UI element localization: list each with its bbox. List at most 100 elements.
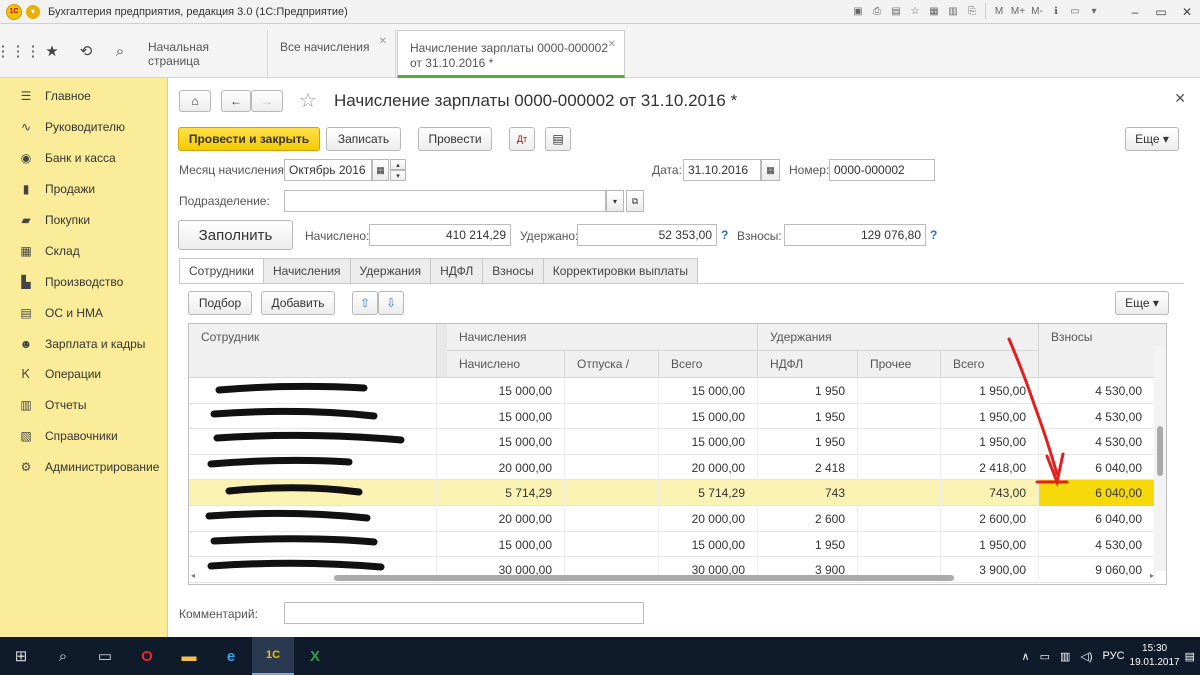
maximize-icon[interactable]: ▭: [1148, 0, 1174, 24]
forward-button[interactable]: →: [251, 90, 283, 112]
fill-button[interactable]: Заполнить: [178, 220, 293, 250]
sidebar-item-sales[interactable]: ▮ Продажи: [0, 174, 167, 205]
date-field[interactable]: 31.10.2016: [683, 159, 761, 181]
tab-home[interactable]: Начальная страница: [136, 30, 268, 78]
print-form-icon[interactable]: ▤: [545, 127, 571, 151]
header-employee[interactable]: Сотрудник: [189, 324, 437, 378]
home-button[interactable]: ⌂: [179, 90, 211, 112]
post-and-close-button[interactable]: Провести и закрыть: [178, 127, 320, 151]
close-document-icon[interactable]: ✕: [1174, 90, 1186, 107]
file-explorer-icon[interactable]: ▬: [168, 637, 210, 675]
number-field[interactable]: 0000-000002: [829, 159, 935, 181]
app-logo-icon[interactable]: 1С: [6, 3, 22, 20]
internet-explorer-icon[interactable]: e: [210, 637, 252, 675]
battery-icon[interactable]: ▭: [1040, 650, 1050, 663]
preview-icon[interactable]: ▤: [888, 3, 904, 19]
m-icon[interactable]: M: [991, 3, 1007, 19]
sidebar-item-warehouse[interactable]: ▦ Склад: [0, 235, 167, 266]
back-button[interactable]: ←: [221, 90, 251, 112]
tray-arrow-icon[interactable]: ∧: [1022, 650, 1030, 663]
tab-payment-corrections[interactable]: Корректировки выплаты: [542, 258, 699, 283]
m-minus-icon[interactable]: M-: [1029, 3, 1045, 19]
calendar-icon[interactable]: ▥: [945, 3, 961, 19]
close-window-icon[interactable]: ✕: [1174, 0, 1200, 24]
favorite-star-icon[interactable]: ☆: [299, 88, 317, 113]
close-tab-icon[interactable]: ✕: [379, 36, 387, 47]
department-field[interactable]: [284, 190, 606, 212]
vertical-scrollbar[interactable]: [1154, 346, 1166, 571]
add-row-button[interactable]: Добавить: [261, 291, 335, 315]
more-button[interactable]: Еще ▾: [1125, 127, 1179, 151]
clock[interactable]: 15:30 19.01.2017: [1130, 642, 1180, 670]
network-icon[interactable]: ▥: [1060, 650, 1070, 663]
tab-accruals[interactable]: Начисления: [263, 258, 351, 283]
header-accrued[interactable]: Начислено: [447, 351, 565, 378]
sidebar-item-reports[interactable]: ▥ Отчеты: [0, 390, 167, 421]
department-dropdown-icon[interactable]: ▾: [606, 190, 624, 212]
tab-employees[interactable]: Сотрудники: [179, 258, 264, 284]
language-indicator[interactable]: РУС: [1103, 650, 1125, 662]
scroll-left-icon[interactable]: ◂: [191, 571, 195, 580]
favorites-star-icon[interactable]: ★: [36, 35, 68, 67]
m-plus-icon[interactable]: M+: [1010, 3, 1026, 19]
sidebar-item-operations[interactable]: Ꮶ Операции: [0, 359, 167, 390]
sidebar-item-admin[interactable]: ⚙ Администрирование: [0, 452, 167, 483]
sidebar-item-directories[interactable]: ▧ Справочники: [0, 421, 167, 452]
main-menu-icon[interactable]: ▾: [26, 4, 40, 19]
debit-credit-icon[interactable]: Дт: [509, 127, 535, 151]
tab-ndfl[interactable]: НДФЛ: [430, 258, 484, 283]
withheld-help-icon[interactable]: ?: [721, 228, 728, 242]
search-icon[interactable]: ⌕: [104, 35, 136, 67]
save-icon[interactable]: ▣: [850, 3, 866, 19]
search-icon[interactable]: ⌕: [42, 637, 84, 675]
tab-payroll-document[interactable]: Начисление зарплаты 0000-000002 от 31.10…: [397, 30, 625, 78]
sidebar-item-manager[interactable]: ∿ Руководителю: [0, 112, 167, 143]
sidebar-item-purchases[interactable]: ▰ Покупки: [0, 205, 167, 236]
sidebar-item-production[interactable]: ▙ Производство: [0, 266, 167, 297]
dropdown-icon[interactable]: ▾: [1086, 3, 1102, 19]
table-more-button[interactable]: Еще ▾: [1115, 291, 1169, 315]
header-accruals[interactable]: Начисления: [447, 324, 758, 351]
calendar-picker-icon[interactable]: ▦: [761, 159, 780, 181]
header-vacation[interactable]: Отпуска /: [565, 351, 659, 378]
excel-icon[interactable]: X: [294, 637, 336, 675]
comment-field[interactable]: [284, 602, 644, 624]
contributions-help-icon[interactable]: ?: [930, 228, 937, 242]
sidebar-item-bank[interactable]: ◉ Банк и касса: [0, 143, 167, 174]
month-down-icon[interactable]: ▾: [390, 170, 406, 181]
header-total[interactable]: Всего: [659, 351, 758, 378]
select-employees-button[interactable]: Подбор: [188, 291, 252, 315]
move-up-icon[interactable]: ⇧: [352, 291, 378, 315]
month-select-icon[interactable]: ▦: [372, 159, 389, 181]
notifications-icon[interactable]: ▤: [1185, 650, 1195, 663]
opera-icon[interactable]: O: [126, 637, 168, 675]
history-icon[interactable]: ⟲: [70, 35, 102, 67]
task-view-icon[interactable]: ▭: [84, 637, 126, 675]
volume-icon[interactable]: ◁): [1080, 650, 1092, 663]
windows-start-icon[interactable]: ⊞: [0, 637, 42, 675]
header-other[interactable]: Прочее: [858, 351, 941, 378]
move-down-icon[interactable]: ⇩: [378, 291, 404, 315]
month-up-icon[interactable]: ▴: [390, 159, 406, 170]
print-icon[interactable]: ⎙: [869, 3, 885, 19]
scroll-thumb[interactable]: [334, 575, 954, 581]
close-tab-icon[interactable]: ✕: [608, 37, 616, 52]
scroll-right-icon[interactable]: ▸: [1150, 571, 1154, 580]
horizontal-scrollbar[interactable]: ◂ ▸: [191, 571, 1154, 582]
scroll-thumb[interactable]: [1157, 426, 1163, 476]
month-field[interactable]: Октябрь 2016: [284, 159, 372, 181]
sidebar-item-assets[interactable]: ▤ ОС и НМА: [0, 297, 167, 328]
header-ndfl[interactable]: НДФЛ: [758, 351, 858, 378]
tab-deductions[interactable]: Удержания: [349, 258, 432, 283]
info-icon[interactable]: ℹ: [1048, 3, 1064, 19]
save-button[interactable]: Записать: [326, 127, 401, 151]
calc-icon[interactable]: ▦: [926, 3, 942, 19]
department-open-icon[interactable]: ⧉: [626, 190, 644, 212]
onec-app-icon[interactable]: 1С: [252, 637, 294, 675]
tab-contributions[interactable]: Взносы: [482, 258, 544, 283]
minimize-icon[interactable]: –: [1122, 0, 1148, 24]
sidebar-item-main[interactable]: ☰ Главное: [0, 81, 167, 112]
sidebar-item-payroll[interactable]: ☻ Зарплата и кадры: [0, 328, 167, 359]
apps-grid-icon[interactable]: ⋮⋮⋮: [0, 35, 41, 67]
link-icon[interactable]: ⎘: [964, 3, 980, 19]
